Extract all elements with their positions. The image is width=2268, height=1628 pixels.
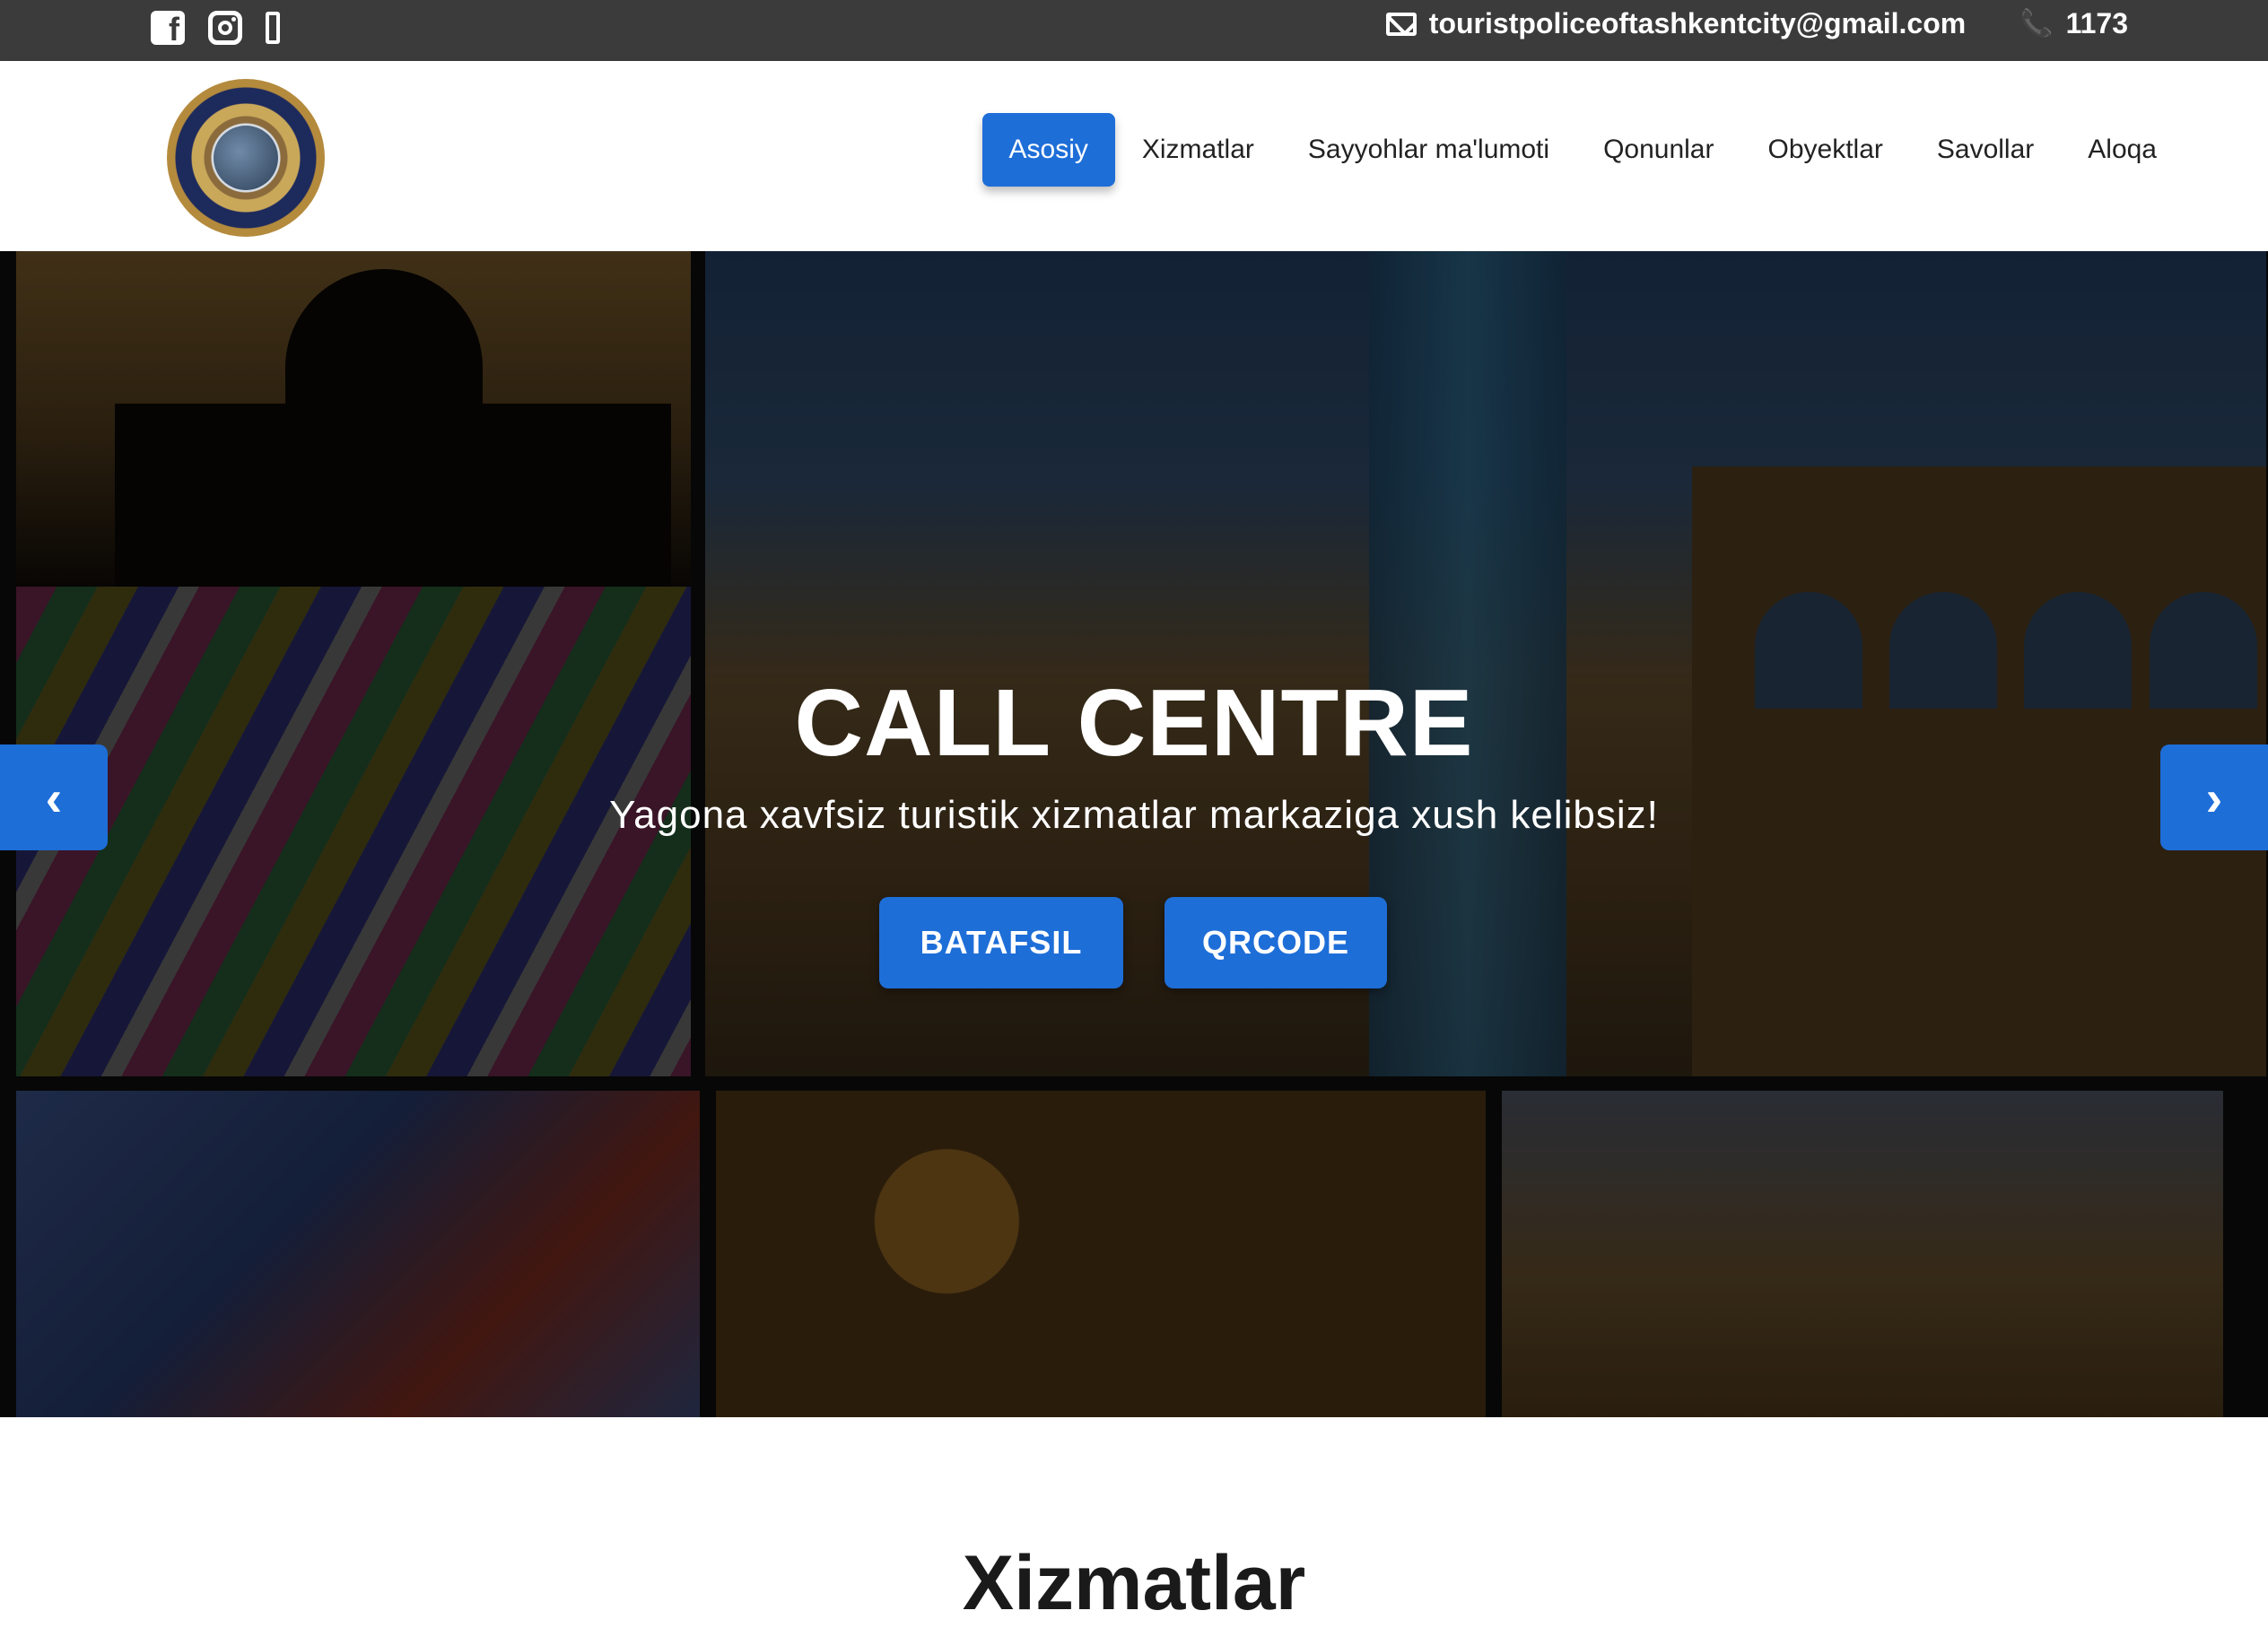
- phone-link[interactable]: 📞 1173: [2019, 7, 2128, 40]
- qrcode-button[interactable]: QRCODE: [1165, 897, 1387, 988]
- nav-item-sayyohlar-malumoti[interactable]: Sayyohlar ma'lumoti: [1281, 113, 1576, 187]
- email-link[interactable]: touristpoliceoftashkentcity@gmail.com: [1385, 7, 1966, 40]
- contact-info: touristpoliceoftashkentcity@gmail.com 📞 …: [1385, 7, 2128, 40]
- chevron-right-icon: ›: [2205, 769, 2223, 826]
- instagram-icon[interactable]: [208, 11, 242, 45]
- facebook-icon[interactable]: [151, 11, 185, 48]
- carousel-prev-button[interactable]: ‹: [0, 744, 108, 850]
- main-navigation: Asosiy Xizmatlar Sayyohlar ma'lumoti Qon…: [981, 113, 2185, 187]
- globe-emblem-icon: [214, 126, 278, 190]
- nav-item-obyektlar[interactable]: Obyektlar: [1740, 113, 1909, 187]
- nav-item-xizmatlar[interactable]: Xizmatlar: [1115, 113, 1281, 187]
- top-bar: touristpoliceoftashkentcity@gmail.com 📞 …: [0, 0, 2268, 61]
- nav-item-qonunlar[interactable]: Qonunlar: [1576, 113, 1740, 187]
- envelope-icon: [1385, 12, 1417, 36]
- mobile-phone-icon[interactable]: [266, 12, 280, 44]
- nav-item-aloqa[interactable]: Aloqa: [2061, 113, 2184, 187]
- site-header: Asosiy Xizmatlar Sayyohlar ma'lumoti Qon…: [0, 61, 2268, 251]
- phone-icon: 📞: [2019, 8, 2054, 39]
- hero-buttons: BATAFSIL QRCODE: [879, 897, 1387, 988]
- section-title-xizmatlar: Xizmatlar: [962, 1540, 1306, 1626]
- nav-item-asosiy[interactable]: Asosiy: [981, 113, 1115, 187]
- chevron-left-icon: ‹: [45, 769, 63, 826]
- carousel-next-button[interactable]: ›: [2160, 744, 2268, 850]
- email-text[interactable]: touristpoliceoftashkentcity@gmail.com: [1429, 7, 1966, 40]
- batafsil-button[interactable]: BATAFSIL: [879, 897, 1123, 988]
- site-logo[interactable]: [167, 79, 325, 237]
- nav-item-savollar[interactable]: Savollar: [1910, 113, 2061, 187]
- hero-carousel: CALL CENTRE Yagona xavfsiz turistik xizm…: [0, 251, 2268, 1417]
- hero-title: CALL CENTRE: [794, 670, 1474, 776]
- hero-subtitle: Yagona xavfsiz turistik xizmatlar markaz…: [609, 793, 1659, 837]
- phone-number[interactable]: 1173: [2066, 7, 2128, 40]
- social-links: [151, 11, 280, 48]
